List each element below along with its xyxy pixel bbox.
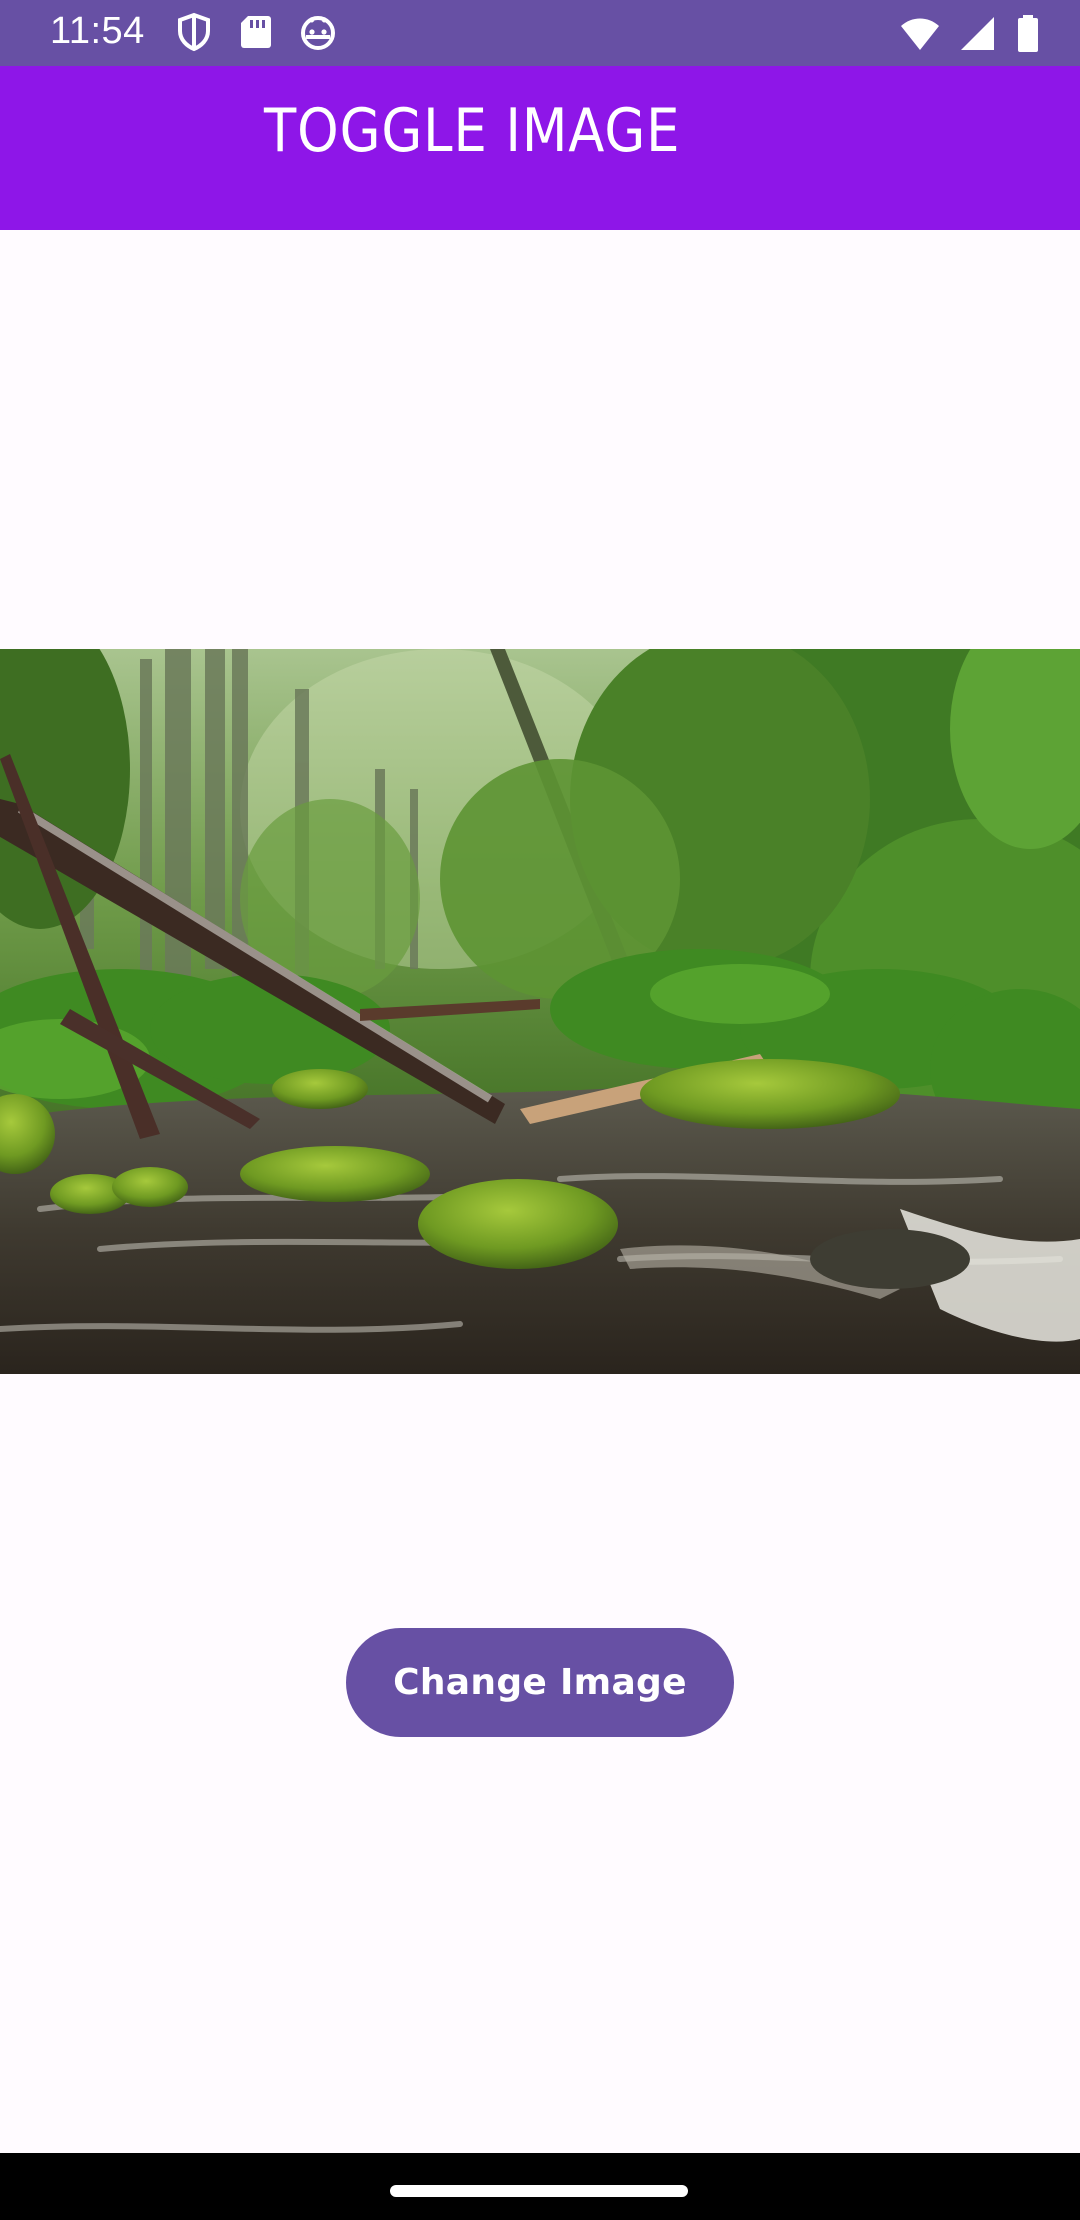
app-bar: TOGGLE IMAGE <box>0 66 1080 230</box>
sd-card-icon <box>236 12 276 52</box>
status-icons-left <box>174 12 338 52</box>
gesture-handle-icon[interactable] <box>390 2185 688 2197</box>
status-bar: 11:54 <box>0 0 1080 66</box>
signal-icon <box>958 14 998 54</box>
change-image-button[interactable]: Change Image <box>346 1628 734 1737</box>
app-title: TOGGLE IMAGE <box>264 96 681 166</box>
android-head-icon <box>298 12 338 52</box>
forest-stream-image <box>0 649 1080 1374</box>
battery-icon <box>1016 14 1040 54</box>
shield-icon <box>174 12 214 52</box>
wifi-icon <box>900 14 940 54</box>
status-time: 11:54 <box>50 10 145 52</box>
status-icons-right <box>900 14 1040 54</box>
app-screen: 11:54 TOGGLE IMAGE Change Image <box>0 0 1080 2220</box>
